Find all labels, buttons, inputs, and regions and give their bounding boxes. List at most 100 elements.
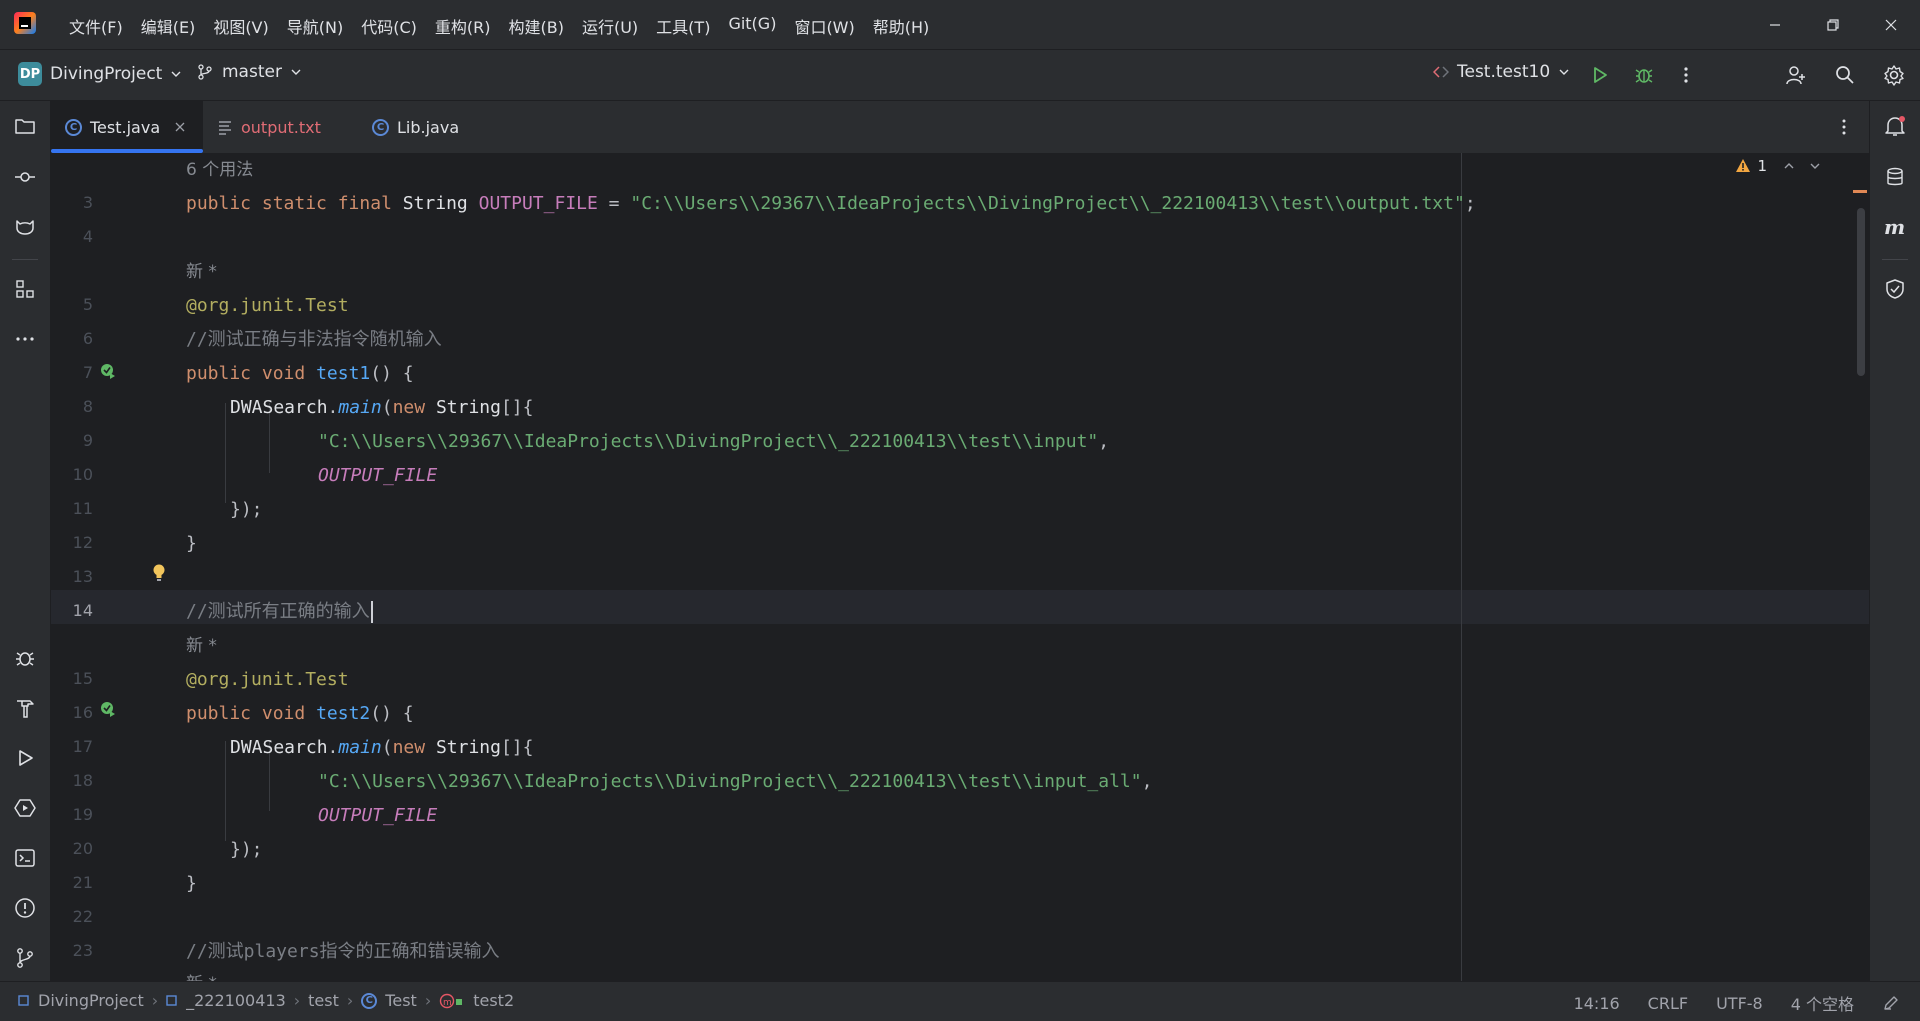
notifications-button[interactable] bbox=[1882, 113, 1908, 139]
file-encoding[interactable]: UTF-8 bbox=[1716, 994, 1763, 1013]
app-logo-icon[interactable] bbox=[14, 12, 36, 34]
code-token: @org.junit.Test bbox=[186, 295, 349, 316]
git-branch-icon bbox=[17, 948, 33, 968]
debug-tool-button[interactable] bbox=[12, 645, 38, 671]
menu-tools[interactable]: 工具(T) bbox=[647, 14, 719, 38]
run-tool-button[interactable] bbox=[12, 745, 38, 771]
run-test-gutter-icon[interactable] bbox=[99, 362, 117, 380]
close-window-button[interactable] bbox=[1862, 0, 1920, 49]
run-configuration-selector[interactable]: Test.test10 bbox=[1433, 62, 1570, 82]
java-class-icon: C bbox=[372, 118, 389, 136]
lightbulb-icon[interactable] bbox=[151, 563, 167, 583]
menu-view[interactable]: 视图(V) bbox=[204, 14, 277, 38]
chevron-down-icon bbox=[291, 69, 301, 75]
line-separator[interactable]: CRLF bbox=[1648, 994, 1688, 1013]
run-test-gutter-icon[interactable] bbox=[99, 700, 117, 718]
inspection-widget[interactable]: 1 bbox=[1735, 157, 1821, 175]
database-icon bbox=[1887, 167, 1903, 186]
settings-button[interactable] bbox=[1881, 62, 1907, 88]
breadcrumb-package[interactable]: test bbox=[308, 991, 339, 1010]
breadcrumb-module[interactable]: _222100413 bbox=[186, 991, 286, 1010]
line-number: 3 bbox=[82, 193, 93, 212]
line-number: 12 bbox=[72, 533, 93, 552]
more-vertical-icon bbox=[1842, 119, 1846, 135]
more-actions-button[interactable] bbox=[1673, 62, 1699, 88]
vertical-scrollbar[interactable] bbox=[1857, 208, 1865, 376]
code-token: ; bbox=[1464, 193, 1476, 214]
svg-text:m: m bbox=[443, 998, 452, 1008]
code-string: "C:\\Users\\29367\\IdeaProjects\\DivingP… bbox=[318, 771, 1142, 792]
commit-icon bbox=[15, 172, 35, 182]
services-tool-button[interactable] bbox=[12, 795, 38, 821]
usages-inlay-hint[interactable]: 6 个用法 bbox=[186, 153, 253, 187]
restore-button[interactable] bbox=[1804, 0, 1862, 49]
code-token: () { bbox=[370, 703, 414, 724]
debug-button[interactable] bbox=[1631, 62, 1657, 88]
menu-code[interactable]: 代码(C) bbox=[352, 14, 426, 38]
pull-requests-tool-button[interactable] bbox=[12, 214, 38, 240]
tab-output-txt[interactable]: output.txt bbox=[203, 101, 355, 153]
git-tool-button[interactable] bbox=[12, 945, 38, 971]
more-tools-button[interactable] bbox=[12, 326, 38, 352]
scrollbar-warning-marker[interactable] bbox=[1853, 190, 1867, 193]
new-inlay-hint[interactable]: 新 * bbox=[186, 629, 217, 663]
line-number: 13 bbox=[72, 567, 93, 586]
menu-window[interactable]: 窗口(W) bbox=[785, 14, 863, 38]
menu-edit[interactable]: 编辑(E) bbox=[132, 14, 205, 38]
breadcrumb-method[interactable]: test2 bbox=[473, 991, 514, 1010]
code-token: new bbox=[392, 397, 426, 418]
commit-tool-button[interactable] bbox=[12, 164, 38, 190]
maven-tool-button[interactable]: m bbox=[1882, 214, 1908, 240]
minimize-button[interactable] bbox=[1746, 0, 1804, 49]
project-selector[interactable]: DP DivingProject bbox=[18, 62, 182, 86]
stripe-divider bbox=[1882, 259, 1908, 260]
build-tool-button[interactable] bbox=[12, 695, 38, 721]
code-token: test2 bbox=[316, 703, 371, 724]
code-line-11: }); bbox=[230, 493, 263, 527]
menu-help[interactable]: 帮助(H) bbox=[864, 14, 939, 38]
code-token: new bbox=[392, 737, 426, 758]
search-button[interactable] bbox=[1832, 62, 1858, 88]
tab-options-button[interactable] bbox=[1831, 114, 1857, 140]
code-line-16: public void test2() { bbox=[186, 697, 414, 731]
menu-navigate[interactable]: 导航(N) bbox=[278, 14, 352, 38]
warning-icon bbox=[1736, 159, 1751, 172]
chevron-up-icon[interactable] bbox=[1783, 160, 1795, 172]
menu-build[interactable]: 构建(B) bbox=[500, 14, 573, 38]
code-editor[interactable]: 1 3 4 5 6 7 8 9 10 11 12 13 14 15 16 17 … bbox=[51, 153, 1869, 981]
branch-selector[interactable]: master bbox=[196, 62, 302, 82]
window-controls bbox=[1746, 0, 1920, 49]
right-margin-guide bbox=[1461, 153, 1462, 981]
breadcrumb-project[interactable]: DivingProject bbox=[38, 991, 144, 1010]
tab-test-java[interactable]: C Test.java bbox=[51, 101, 203, 153]
menu-run[interactable]: 运行(U) bbox=[573, 14, 647, 38]
bell-icon bbox=[1885, 116, 1905, 136]
caret-position[interactable]: 14:16 bbox=[1574, 994, 1620, 1013]
run-button[interactable] bbox=[1587, 62, 1613, 88]
edit-lock-icon[interactable] bbox=[1882, 994, 1900, 1012]
code-line-21: } bbox=[186, 867, 197, 901]
terminal-tool-button[interactable] bbox=[12, 845, 38, 871]
code-token: , bbox=[1141, 771, 1153, 792]
database-tool-button[interactable] bbox=[1882, 164, 1908, 190]
project-tool-button[interactable] bbox=[12, 113, 38, 139]
new-inlay-hint[interactable]: 新 * bbox=[186, 967, 217, 981]
left-tool-stripe bbox=[0, 101, 51, 981]
tab-lib-java[interactable]: C Lib.java bbox=[358, 101, 518, 153]
indent-guide bbox=[225, 741, 226, 841]
structure-tool-button[interactable] bbox=[12, 276, 38, 302]
menu-git[interactable]: Git(G) bbox=[719, 14, 785, 38]
security-tool-button[interactable] bbox=[1882, 276, 1908, 302]
chevron-down-icon[interactable] bbox=[1809, 160, 1821, 172]
new-inlay-hint[interactable]: 新 * bbox=[186, 255, 217, 289]
menu-refactor[interactable]: 重构(R) bbox=[426, 14, 500, 38]
indent-setting[interactable]: 4 个空格 bbox=[1791, 991, 1854, 1015]
breadcrumb-class[interactable]: Test bbox=[385, 991, 417, 1010]
shield-check-icon bbox=[1886, 279, 1904, 299]
problems-tool-button[interactable] bbox=[12, 895, 38, 921]
code-token: . bbox=[327, 737, 339, 758]
line-number: 16 bbox=[72, 703, 93, 722]
close-icon[interactable] bbox=[174, 121, 186, 133]
menu-file[interactable]: 文件(F) bbox=[60, 14, 132, 38]
code-with-me-button[interactable] bbox=[1783, 62, 1809, 88]
